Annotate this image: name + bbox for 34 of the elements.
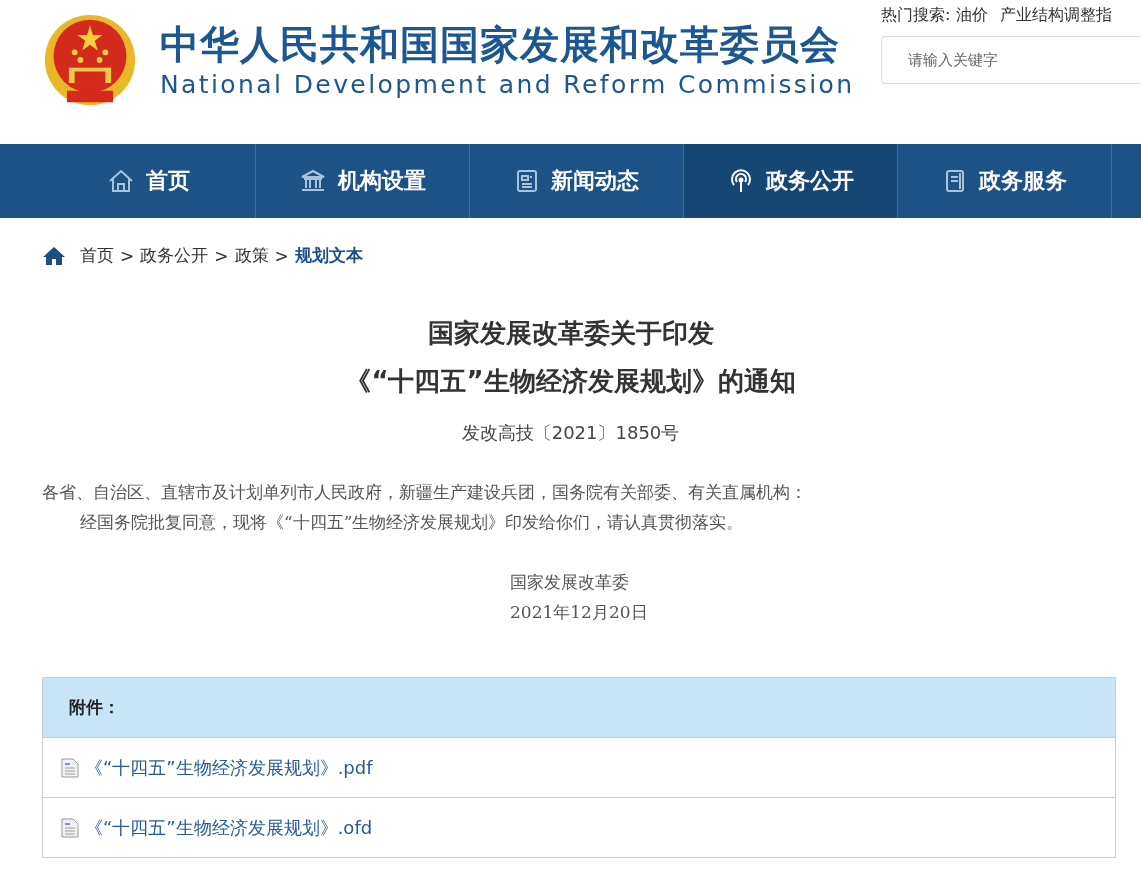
- nav-tab[interactable]: 首页: [42, 144, 256, 218]
- article-title: 国家发展改革委关于印发: [427, 317, 714, 350]
- attachments-heading: 附件：: [43, 678, 1115, 738]
- breadcrumb-separator: >: [214, 245, 229, 266]
- nav-tab[interactable]: 政务公开: [684, 144, 898, 218]
- breadcrumb-separator: >: [120, 245, 135, 266]
- body-text: 经国务院批复同意，现将《“十四五”生物经济发展规划》印发给你们，请认真贯彻落实。: [80, 511, 745, 534]
- file-icon: [61, 817, 79, 838]
- file-icon: [61, 757, 79, 778]
- addressee-text: 各省、自治区、直辖市及计划单列市人民政府，新疆生产建设兵团，国务院有关部委、有关直属机构：: [42, 481, 808, 504]
- newspaper-icon: [514, 169, 539, 193]
- attachment-link[interactable]: 《“十四五”生物经济发展规划》.pdf: [85, 755, 373, 780]
- signature-text: 国家发展改革委: [510, 571, 629, 594]
- hot-search-link[interactable]: 产业结构调整指: [1000, 5, 1113, 24]
- building-icon: [299, 169, 326, 193]
- home-icon: [107, 169, 134, 193]
- home-icon: [42, 245, 66, 266]
- attachment-link[interactable]: 《“十四五”生物经济发展规划》.ofd: [85, 815, 373, 840]
- article-title: 《“十四五”生物经济发展规划》的通知: [345, 365, 796, 398]
- nav-tab[interactable]: 政务服务: [898, 144, 1112, 218]
- hot-search-label: 热门搜索:: [881, 5, 951, 24]
- date-text: 2021年12月20日: [510, 601, 648, 624]
- breadcrumb-link[interactable]: 政务公开: [140, 244, 209, 267]
- hot-search-link[interactable]: 油价: [956, 5, 989, 24]
- breadcrumb-link[interactable]: 政策: [234, 244, 269, 267]
- nav-tab[interactable]: 机构设置: [256, 144, 470, 218]
- site-title: 中华人民共和国国家发展和改革委员会: [160, 22, 841, 68]
- search-field[interactable]: 请输入关键字: [881, 36, 1141, 84]
- breadcrumb-link[interactable]: 首页: [80, 244, 114, 267]
- breadcrumb-separator: >: [274, 245, 289, 266]
- document-number: 发改高技〔2021〕1850号: [460, 421, 681, 445]
- breadcrumb-link[interactable]: 规划文本: [294, 244, 363, 267]
- national-emblem-icon: [42, 12, 138, 108]
- site-subtitle: National Development and Reform Commission: [160, 70, 855, 100]
